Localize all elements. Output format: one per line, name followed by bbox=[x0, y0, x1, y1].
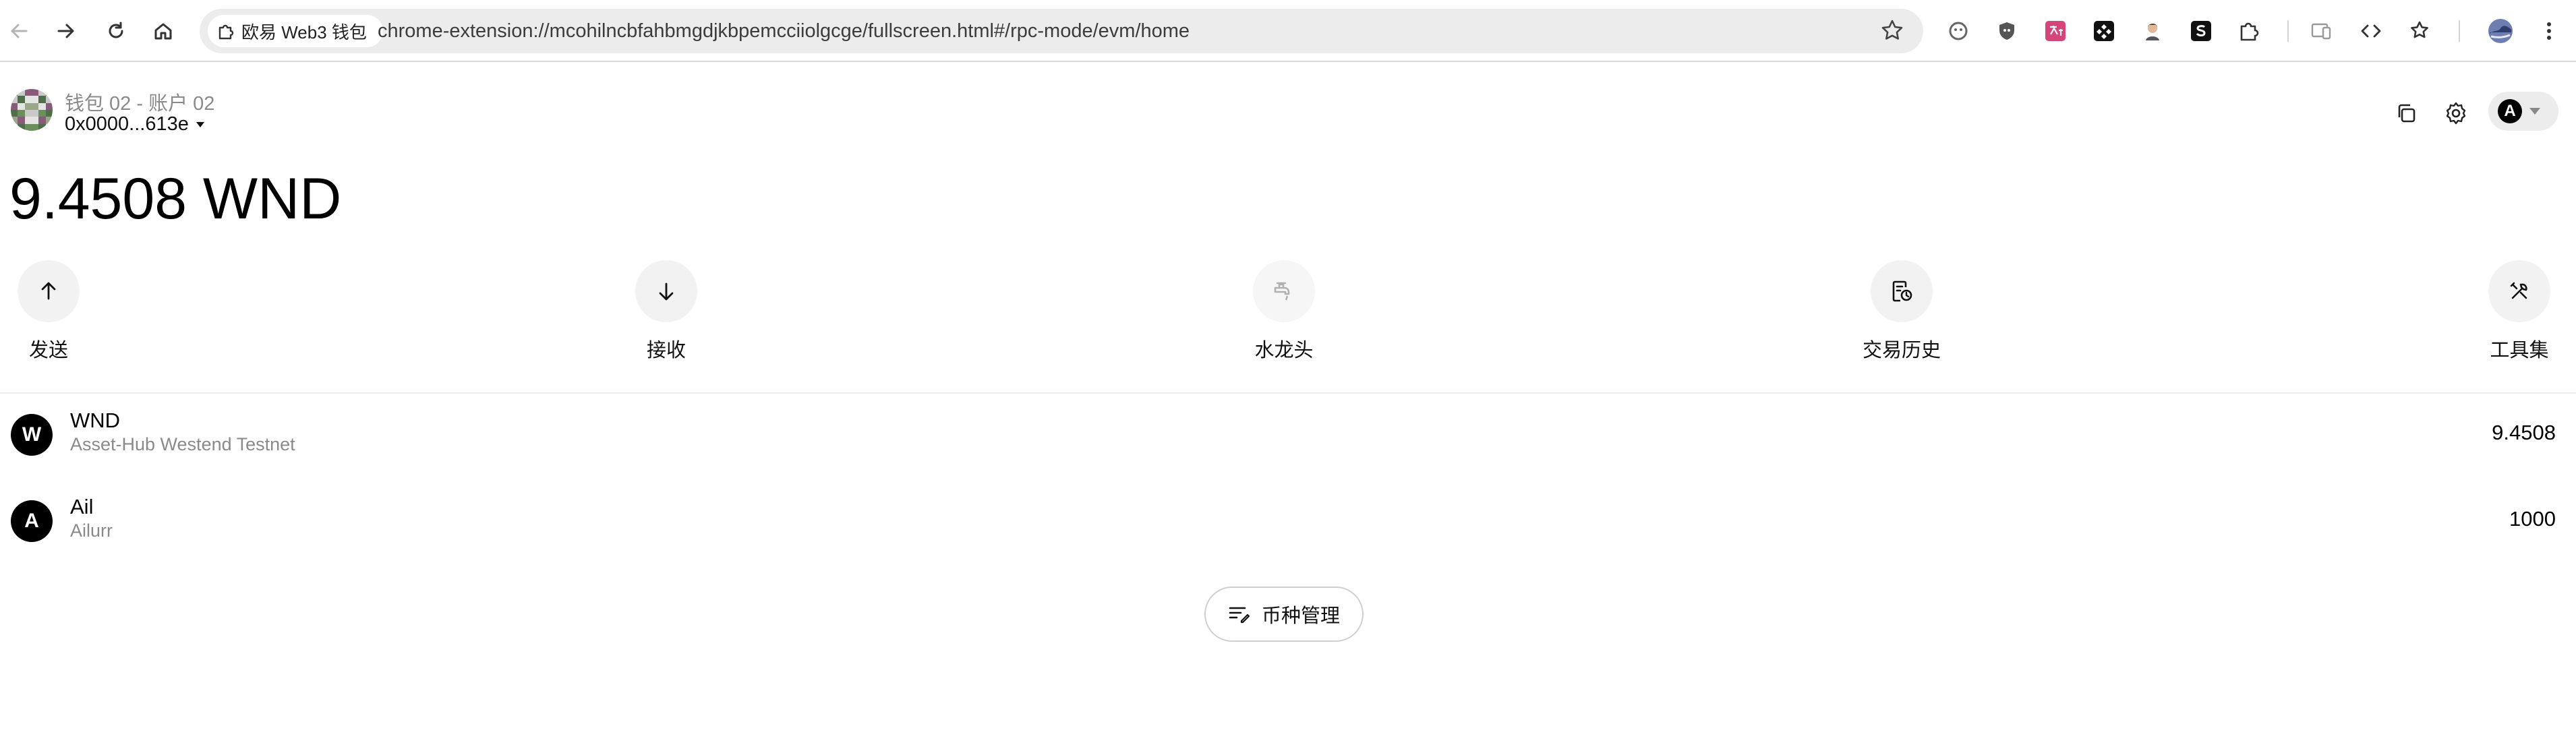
receive-button[interactable] bbox=[635, 260, 697, 322]
action-history[interactable]: 交易历史 bbox=[1834, 260, 1969, 363]
device-icon bbox=[2311, 23, 2331, 40]
account-switcher[interactable]: A bbox=[2488, 92, 2558, 131]
send-button[interactable] bbox=[18, 260, 80, 322]
forward-button[interactable] bbox=[47, 12, 85, 50]
wallet-account-name: 钱包 02 - 账户 02 bbox=[65, 93, 215, 115]
extension-ghost-icon[interactable] bbox=[1943, 16, 1973, 46]
extension-translate-icon[interactable] bbox=[2041, 16, 2070, 46]
arrow-down-icon bbox=[659, 282, 674, 301]
copy-button[interactable] bbox=[2387, 94, 2425, 132]
ghost-icon bbox=[1949, 22, 1968, 40]
forward-arrow-icon bbox=[57, 24, 74, 38]
tools-icon bbox=[2510, 282, 2527, 299]
caret-down-icon bbox=[196, 121, 204, 127]
translate-icon bbox=[2045, 21, 2066, 41]
url-text: chrome-extension://mcohilncbfahbmgdjkbpe… bbox=[378, 20, 1190, 42]
extension-chip[interactable]: 欧易 Web3 钱包 bbox=[208, 15, 383, 47]
profile-button[interactable] bbox=[2486, 16, 2515, 46]
history-icon bbox=[1892, 280, 1912, 302]
manage-tokens-button[interactable]: 币种管理 bbox=[1204, 587, 1364, 642]
puzzle-icon bbox=[218, 24, 234, 40]
star-list-icon bbox=[2411, 21, 2428, 38]
browser-toolbar: 欧易 Web3 钱包 chrome-extension://mcohilncbf… bbox=[0, 0, 2576, 62]
reload-icon bbox=[109, 22, 123, 38]
token-amount: 1000 bbox=[2509, 507, 2556, 531]
action-faucet[interactable]: 水龙头 bbox=[1217, 260, 1351, 363]
extension-shield-icon[interactable] bbox=[1992, 16, 2022, 46]
extension-binance-icon[interactable] bbox=[2089, 16, 2119, 46]
back-arrow-icon bbox=[11, 24, 28, 38]
token-network: Asset-Hub Westend Testnet bbox=[70, 434, 295, 454]
caret-down-icon bbox=[2529, 108, 2540, 115]
faucet-label: 水龙头 bbox=[1254, 340, 1314, 361]
bookmarks-button[interactable] bbox=[2406, 16, 2436, 46]
person-icon bbox=[2146, 24, 2159, 40]
manage-tokens-label: 币种管理 bbox=[1261, 605, 1340, 627]
faucet-button[interactable] bbox=[1253, 260, 1315, 322]
home-icon bbox=[154, 23, 172, 40]
browser-menu-button[interactable] bbox=[2534, 16, 2564, 46]
tools-label: 工具集 bbox=[2490, 340, 2549, 361]
diamond-grid-icon bbox=[2094, 21, 2114, 41]
puzzle-icon bbox=[2240, 22, 2259, 41]
faucet-icon bbox=[1274, 282, 1290, 301]
action-receive[interactable]: 接收 bbox=[599, 260, 734, 363]
extension-chip-label: 欧易 Web3 钱包 bbox=[241, 22, 367, 42]
device-toggle-button[interactable] bbox=[2306, 16, 2336, 46]
history-button[interactable] bbox=[1871, 260, 1933, 322]
shield-icon bbox=[1999, 22, 2014, 40]
receive-label: 接收 bbox=[646, 340, 686, 361]
home-button[interactable] bbox=[144, 12, 182, 50]
action-send[interactable]: 发送 bbox=[0, 260, 116, 363]
account-initial: A bbox=[2498, 99, 2522, 123]
token-icon-wnd: W bbox=[11, 414, 53, 456]
profile-avatar-icon bbox=[2488, 19, 2513, 43]
extension-s-icon[interactable] bbox=[2186, 16, 2216, 46]
token-symbol: WND bbox=[70, 409, 121, 432]
kebab-menu-icon bbox=[2547, 22, 2551, 40]
total-balance: 9.4508 WND bbox=[9, 167, 342, 231]
section-divider bbox=[0, 392, 2576, 394]
s-logo-icon bbox=[2191, 21, 2211, 41]
toolbar-divider bbox=[2287, 20, 2289, 42]
back-button[interactable] bbox=[0, 12, 38, 50]
token-symbol: Ail bbox=[70, 495, 94, 518]
list-edit-icon bbox=[1229, 607, 1250, 624]
gear-icon bbox=[2446, 102, 2466, 125]
arrow-up-icon bbox=[41, 282, 56, 300]
address-selector[interactable]: 0x0000...613e bbox=[65, 113, 205, 136]
tools-button[interactable] bbox=[2488, 260, 2550, 322]
address-text: 0x0000...613e bbox=[65, 113, 189, 135]
extensions-menu-button[interactable] bbox=[2235, 16, 2264, 46]
send-label: 发送 bbox=[28, 340, 68, 361]
address-bar[interactable]: 欧易 Web3 钱包 chrome-extension://mcohilncbf… bbox=[200, 9, 1923, 53]
token-row[interactable]: A Ail Ailurr 1000 bbox=[0, 487, 2576, 561]
history-label: 交易历史 bbox=[1862, 340, 1941, 361]
bookmark-star-button[interactable] bbox=[1880, 18, 1904, 46]
code-brackets-icon bbox=[2361, 24, 2381, 38]
copy-icon bbox=[2398, 104, 2416, 123]
token-icon-ail: A bbox=[11, 500, 53, 542]
token-network: Ailurr bbox=[70, 520, 113, 541]
token-row[interactable]: W WND Asset-Hub Westend Testnet 9.4508 bbox=[0, 400, 2576, 475]
devtools-button[interactable] bbox=[2356, 16, 2386, 46]
reload-button[interactable] bbox=[97, 12, 135, 50]
toolbar-divider bbox=[2459, 20, 2460, 42]
account-avatar[interactable] bbox=[11, 89, 53, 131]
action-tools[interactable]: 工具集 bbox=[2452, 260, 2576, 363]
settings-button[interactable] bbox=[2437, 94, 2475, 132]
token-amount: 9.4508 bbox=[2492, 421, 2556, 444]
extension-avatar-icon[interactable] bbox=[2138, 16, 2167, 46]
star-icon bbox=[1881, 20, 1903, 40]
